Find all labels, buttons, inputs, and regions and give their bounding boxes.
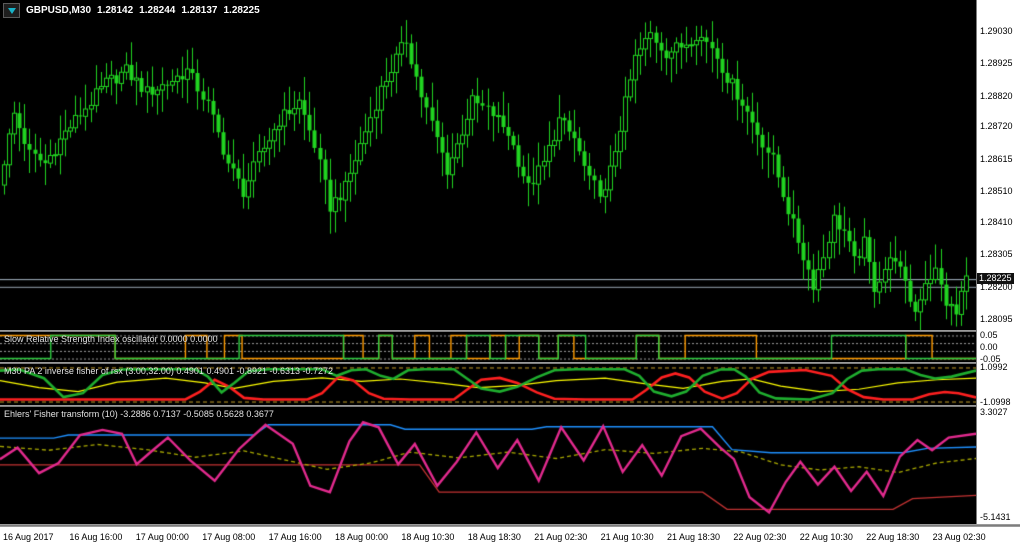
indicator-pane-ehlers-fisher[interactable]: Ehlers' Fisher transform (10) -3.2886 0.… [0,407,976,524]
main-chart-canvas[interactable] [0,0,976,330]
indicator-pane-rsi[interactable]: Slow Relative Strength Index oscillator … [0,332,976,362]
open-value: 1.28142 [97,5,134,16]
indicator-pane-inverse-fisher[interactable]: M30 PA 2 inverse fisher of rsx (3.00,32.… [0,364,976,405]
time-axis-label: 16 Aug 16:00 [69,532,123,542]
time-axis-label: 17 Aug 08:00 [202,532,256,542]
price-scale-label: 1.28305 [980,249,1013,260]
pane-canvas-0[interactable] [0,332,976,362]
time-axis-label: 21 Aug 02:30 [534,532,588,542]
price-scale-label: 1.28200 [980,281,1013,292]
time-axis-label: 22 Aug 18:30 [866,532,920,542]
price-scale-label: 1.28510 [980,186,1013,197]
time-axis[interactable]: 16 Aug 2017 16 Aug 16:00 17 Aug 00:00 17 Au… [0,526,1020,549]
price-scale-label: 3.3027 [980,407,1008,418]
low-value: 1.28137 [181,5,218,16]
symbol-ohlc-label: GBPUSD,M30 1.28142 1.28244 1.28137 1.282… [26,5,260,16]
chevron-down-icon [7,7,16,14]
time-axis-label: 18 Aug 10:30 [401,532,455,542]
price-scale-label: 1.28410 [980,217,1013,228]
time-axis-label: 22 Aug 02:30 [733,532,787,542]
time-axis-label: 17 Aug 16:00 [268,532,322,542]
symbol-header: GBPUSD,M30 1.28142 1.28244 1.28137 1.282… [3,3,260,18]
time-axis-label: 23 Aug 02:30 [932,532,986,542]
bid-price-box: 1.28225 [977,273,1014,285]
price-scale-label: 1.28615 [980,153,1013,164]
price-scale-label: 1.28720 [980,121,1013,132]
pane-canvas-1[interactable] [0,364,976,405]
time-axis-label: 22 Aug 10:30 [799,532,853,542]
price-scale-label: 1.28925 [980,58,1013,69]
symbol-name: GBPUSD,M30 [26,5,92,16]
price-scale-label: 0.05 [980,330,998,341]
price-scale-label: 1.29030 [980,25,1013,36]
time-axis-label: 18 Aug 00:00 [335,532,389,542]
one-click-trading-toggle[interactable] [3,3,20,18]
mt4-chart-window: GBPUSD,M30 1.28142 1.28244 1.28137 1.282… [0,0,1020,549]
time-axis-label: 16 Aug 2017 [3,532,54,542]
price-scale-label: 0.00 [980,342,998,352]
price-scale[interactable]: 1.29030 1.28925 1.28820 1.28720 1.28615 1.285… [976,0,1020,524]
price-scale-label: 1.28095 [980,314,1013,325]
price-scale-label: 1.0992 [980,361,1008,372]
price-scale-label: -5.1431 [980,512,1011,522]
time-axis-label: 21 Aug 10:30 [600,532,654,542]
main-chart-pane[interactable]: GBPUSD,M30 1.28142 1.28244 1.28137 1.282… [0,0,976,330]
time-axis-label: 21 Aug 18:30 [667,532,721,542]
close-value: 1.28225 [223,5,260,16]
price-scale-label: 1.28820 [980,90,1013,101]
time-axis-label: 17 Aug 00:00 [135,532,189,542]
pane-canvas-2[interactable] [0,407,976,524]
time-axis-label: 18 Aug 18:30 [467,532,521,542]
high-value: 1.28244 [139,5,176,16]
